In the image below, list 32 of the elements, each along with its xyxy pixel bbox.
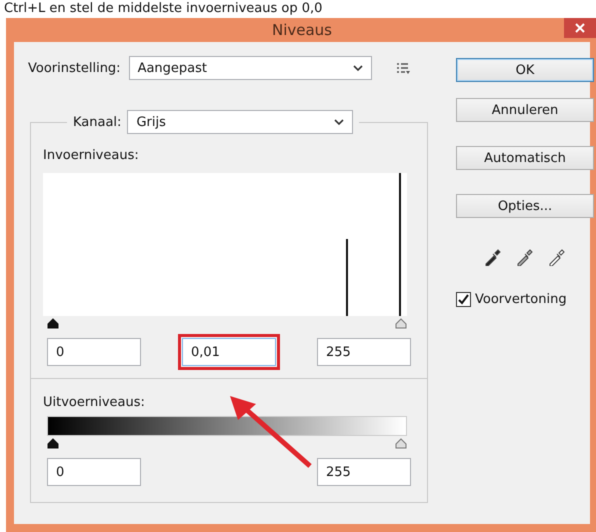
preview-checkbox[interactable]: Voorvertoning [456, 292, 594, 307]
eyedropper-icon[interactable] [548, 248, 566, 266]
slider-handle[interactable] [395, 318, 407, 329]
close-icon [575, 23, 585, 33]
level-input[interactable]: 0 [47, 458, 141, 486]
output-levels-label: Uitvoerniveaus: [43, 395, 145, 410]
level-input[interactable]: 0 [47, 338, 141, 366]
slider-handle[interactable] [395, 438, 407, 449]
slider-handle[interactable] [47, 438, 59, 449]
slider-handle[interactable] [47, 318, 59, 329]
input-levels-label: Invoerniveaus: [43, 148, 139, 163]
preset-label: Voorinstelling: [28, 60, 121, 76]
dialog-button[interactable]: Annuleren [456, 98, 594, 122]
chevron-down-icon [334, 118, 344, 126]
close-button[interactable] [564, 18, 596, 38]
channel-dropdown[interactable]: Grijs [127, 110, 354, 134]
eyedropper-icon[interactable] [484, 248, 502, 266]
check-icon [458, 294, 469, 305]
preset-dropdown[interactable]: Aangepast [128, 56, 372, 80]
caption-text: Ctrl+L en stel de middelste invoerniveaus op 0,0 [3, 0, 324, 18]
checkbox[interactable] [456, 292, 471, 307]
level-input[interactable]: 0,01 [182, 338, 276, 366]
level-input[interactable]: 255 [317, 338, 411, 366]
channel-label: Kanaal: [73, 114, 122, 130]
dialog-button[interactable]: Opties... [456, 194, 594, 218]
level-input[interactable]: 255 [317, 458, 411, 486]
eyedropper-icon[interactable] [516, 248, 534, 266]
dialog-button[interactable]: OK [456, 58, 594, 82]
menu-icon[interactable] [396, 62, 410, 74]
dialog-button[interactable]: Automatisch [456, 146, 594, 170]
chevron-down-icon [352, 64, 363, 72]
window-title: Niveaus [272, 21, 332, 39]
